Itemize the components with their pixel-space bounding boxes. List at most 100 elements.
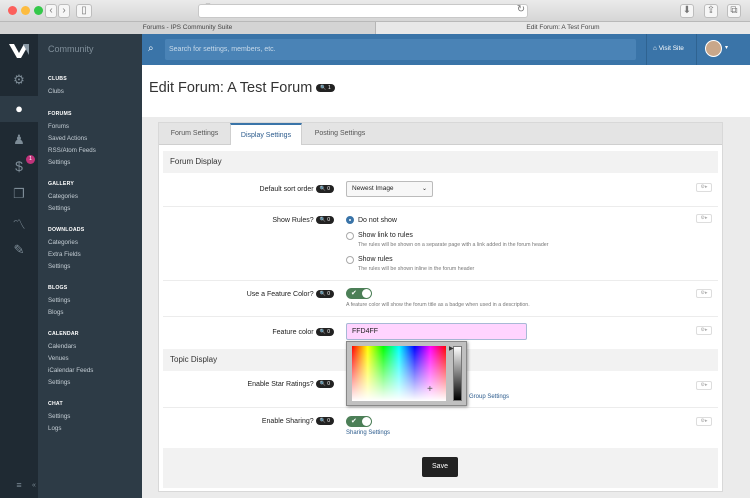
nav-rss-feeds[interactable]: RSS/Atom Feeds [48,147,96,154]
setting-badge[interactable]: 🔍 0 [315,216,334,224]
setting-badge[interactable]: 🔍 0 [315,290,334,298]
page-title: Edit Forum: A Test Forum 🔍 1 [149,80,335,96]
nav-venues[interactable]: Venues [48,355,69,362]
visit-site-link[interactable]: ⌂ Visit Site [653,45,684,52]
setting-badge[interactable]: 🔍 0 [315,380,334,388]
radio-label: Show link to rules [358,232,413,239]
admin-sidebar: Community CLUBS Clubs FORUMS Forums Save… [32,34,142,498]
browser-tabs: Forums - IPS Community Suite Edit Forum:… [0,22,750,34]
ips-logo[interactable] [8,43,30,59]
avatar[interactable] [705,40,722,57]
color-spectrum[interactable]: + [352,346,446,401]
section-blogs: BLOGS [48,285,68,291]
gear-icon[interactable]: ⚙▸ [696,326,712,335]
gear-icon[interactable]: ⚙▸ [696,417,712,426]
cogs-icon[interactable]: ⚙ [0,72,38,88]
picker-crosshair-icon[interactable]: + [427,385,433,395]
radio-do-not-show[interactable] [346,216,354,224]
browser-tab-edit-forum[interactable]: Edit Forum: A Test Forum [375,22,750,34]
search-icon: ⌕ [148,43,154,54]
radio-label: Do not show [358,217,397,224]
brand-label: Community [48,44,94,54]
collapse-sidebar-icon[interactable]: « [32,482,36,489]
nav-clubs[interactable]: Clubs [48,88,64,95]
nav-chat-settings[interactable]: Settings [48,413,70,420]
section-chat: CHAT [48,401,63,407]
gear-icon[interactable]: ⚙▸ [696,381,712,390]
user-icon[interactable]: ♟ [0,132,38,148]
section-gallery: GALLERY [48,181,74,187]
chevron-down-icon: ⌄ [421,186,427,192]
radio-show-link[interactable] [346,232,354,240]
sort-order-select[interactable]: Newest Image ⌄ [346,181,433,197]
sharing-toggle[interactable]: ✔ [346,416,372,427]
forward-button[interactable]: › [58,4,70,18]
radio-description: The rules will be shown on a separate pa… [358,242,549,248]
feature-color-description: A feature color will show the forum titl… [346,302,530,308]
nav-gallery-categories[interactable]: Categories [48,193,78,200]
nav-icalendar-feeds[interactable]: iCalendar Feeds [48,367,93,374]
copy-icon[interactable]: ❐ [0,186,38,202]
radio-description: The rules will be shown inline in the fo… [358,266,475,272]
row-divider [163,407,718,408]
nav-calendar-settings[interactable]: Settings [48,379,70,386]
feature-color-input[interactable]: FFD4FF [346,323,527,340]
zoom-window-button[interactable] [34,6,43,15]
new-tab-icon[interactable]: ⧉ [727,4,741,18]
reload-icon[interactable]: ↻ [516,4,526,18]
browser-titlebar: ‹ › ▯ ⓘ ↻ ⬇ ⇪ ⧉ [0,0,750,22]
slider-handle-icon[interactable]: ▶ [449,345,454,352]
setting-badge[interactable]: 🔍 0 [315,185,334,193]
comments-icon[interactable]: ● [0,96,38,122]
share-icon[interactable]: ⇪ [704,4,718,18]
tab-forum-settings[interactable]: Forum Settings [160,123,229,145]
row-divider [163,206,718,207]
tab-display-settings[interactable]: Display Settings [230,123,302,145]
group-settings-link[interactable]: Group Settings [469,394,509,400]
back-button[interactable]: ‹ [45,4,57,18]
address-bar[interactable] [198,4,528,18]
sharing-settings-link[interactable]: Sharing Settings [346,430,390,436]
brush-icon[interactable]: ✎ [0,242,38,258]
show-rules-label: Show Rules? 🔍 0 [272,216,334,224]
check-icon: ✔ [351,290,357,297]
gear-icon[interactable]: ⚙▸ [696,214,712,223]
nav-forum-settings[interactable]: Settings [48,159,70,166]
feature-color-toggle-label: Use a Feature Color? 🔍 0 [247,290,334,298]
search-input[interactable]: Search for settings, members, etc. [165,39,636,60]
section-downloads: DOWNLOADS [48,227,85,233]
nav-blogs[interactable]: Blogs [48,309,63,316]
sidebar-toggle-icon[interactable]: ▯ [76,4,92,18]
browser-window: ‹ › ▯ ⓘ ↻ ⬇ ⇪ ⧉ Forums - IPS Community S… [0,0,750,498]
section-forum-display: Forum Display [163,151,718,173]
radio-show-rules[interactable] [346,256,354,264]
nav-blogs-settings[interactable]: Settings [48,297,70,304]
nav-extra-fields[interactable]: Extra Fields [48,251,81,258]
browser-tab-forums[interactable]: Forums - IPS Community Suite [0,22,375,34]
nav-downloads-categories[interactable]: Categories [48,239,78,246]
gear-icon[interactable]: ⚙▸ [696,183,712,192]
setting-badge[interactable]: 🔍 0 [315,328,334,336]
row-divider [163,280,718,281]
feature-color-toggle[interactable]: ✔ [346,288,372,299]
nav-gallery-settings[interactable]: Settings [48,205,70,212]
nav-chat-logs[interactable]: Logs [48,425,61,432]
radio-label: Show rules [358,256,393,263]
chart-icon[interactable]: 〽 [0,214,38,233]
save-button[interactable]: Save [422,457,458,477]
close-window-button[interactable] [8,6,17,15]
header-divider-2 [696,34,697,65]
nav-forums[interactable]: Forums [48,123,69,130]
nav-saved-actions[interactable]: Saved Actions [48,135,87,142]
chevron-down-icon[interactable]: ▾ [725,44,728,51]
gear-icon[interactable]: ⚙▸ [696,289,712,298]
nav-calendars[interactable]: Calendars [48,343,76,350]
color-picker[interactable]: + ▶ [346,341,467,406]
download-icon[interactable]: ⬇ [680,4,694,18]
nav-downloads-settings[interactable]: Settings [48,263,70,270]
title-badge[interactable]: 🔍 1 [316,84,335,93]
brightness-slider[interactable] [453,346,462,401]
setting-badge[interactable]: 🔍 0 [315,417,334,425]
minimize-window-button[interactable] [21,6,30,15]
tab-posting-settings[interactable]: Posting Settings [303,123,377,145]
